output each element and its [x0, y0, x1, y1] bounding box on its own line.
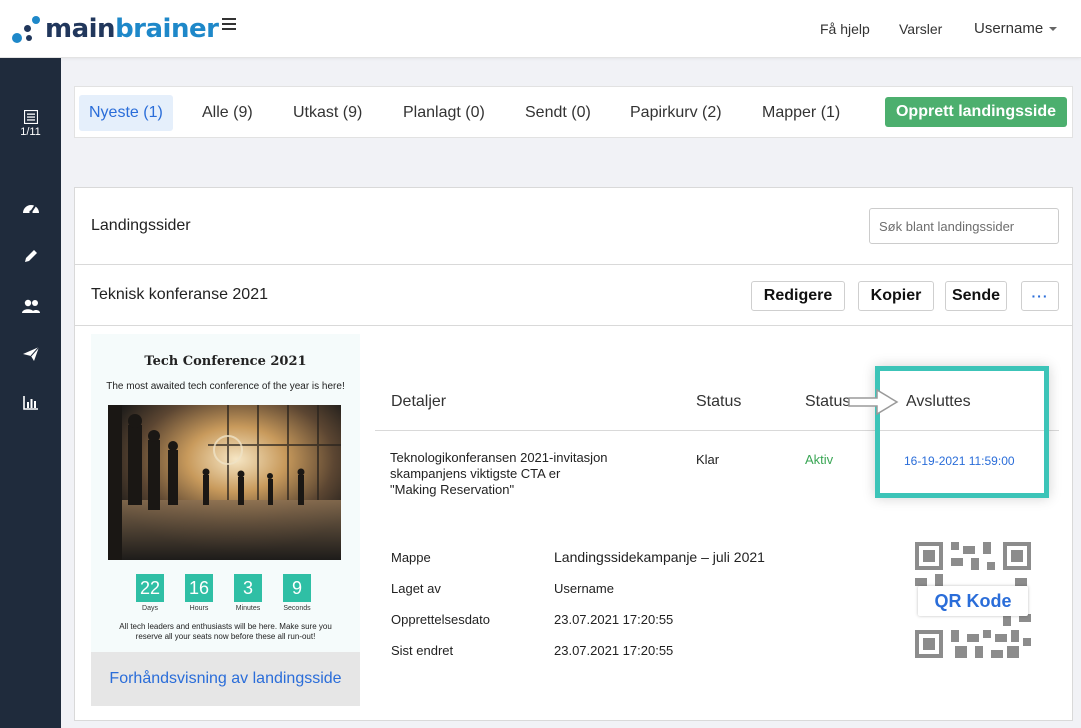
preview-subtitle: The most awaited tech conference of the … — [106, 381, 345, 392]
landing-page-title: Teknisk konferanse 2021 — [91, 286, 268, 303]
countdown-minutes: 3 Minutes — [234, 574, 262, 612]
tab-scheduled[interactable]: Planlagt (0) — [393, 95, 495, 131]
countdown-hours-value: 16 — [185, 574, 213, 602]
sidebar-item-edit[interactable] — [0, 248, 61, 264]
send-button[interactable]: Sende — [945, 281, 1007, 311]
preview-footer-text: All tech leaders and enthusiasts will be… — [119, 622, 332, 641]
sidebar-item-dashboard[interactable] — [0, 200, 61, 216]
arrow-icon — [848, 388, 899, 416]
col-details-header: Detaljer — [391, 393, 447, 410]
top-bar: mainbrainer Få hjelp Varsler Username — [0, 0, 1081, 58]
search-input[interactable] — [869, 208, 1059, 244]
filter-tabs: Nyeste (1) Alle (9) Utkast (9) Planlagt … — [74, 86, 1073, 138]
meta-created-by-label: Laget av — [391, 581, 441, 596]
user-name: Username — [974, 20, 1044, 37]
list-icon — [23, 110, 38, 124]
meta-created-by-value: Username — [554, 581, 614, 596]
copy-button[interactable]: Kopier — [858, 281, 934, 311]
panel-title: Landingssider — [91, 217, 191, 234]
logo-text: mainbrainer — [45, 14, 219, 44]
meta-modified-label: Sist endret — [391, 643, 454, 658]
send-icon — [22, 346, 39, 361]
landing-page-item-header: Teknisk konferanse 2021 Redigere Kopier … — [75, 266, 1072, 326]
details-line-1: Teknologikonferansen 2021-invitasjon — [390, 450, 608, 465]
landing-page-preview: Tech Conference 2021 The most awaited te… — [91, 334, 360, 706]
details-description: Teknologikonferansen 2021-invitasjon ska… — [390, 450, 608, 498]
landing-pages-panel: Landingssider Teknisk konferanse 2021 Re… — [74, 187, 1073, 721]
sidebar-item-contacts[interactable] — [0, 298, 61, 314]
alerts-link[interactable]: Varsler — [899, 21, 942, 37]
meta-modified-value: 23.07.2021 17:20:55 — [554, 643, 674, 658]
tab-newest[interactable]: Nyeste (1) — [79, 95, 173, 131]
meta-folder-value: Landingssidekampanje – juli 2021 — [554, 549, 765, 565]
tab-all[interactable]: Alle (9) — [192, 95, 263, 131]
countdown-days-label: Days — [142, 605, 158, 612]
help-link[interactable]: Få hjelp — [820, 21, 870, 37]
sidebar-item-send[interactable] — [0, 346, 61, 362]
meta-created-date-label: Opprettelsesdato — [391, 612, 491, 627]
countdown-minutes-label: Minutes — [235, 605, 261, 612]
sidebar-counter: 1/11 — [20, 126, 41, 138]
preview-landing-page-link[interactable]: Forhåndsvisning av landingsside — [91, 652, 360, 706]
brand-logo[interactable]: mainbrainer — [10, 12, 219, 46]
logo-icon — [10, 13, 42, 45]
details-line-2: skampanjens viktigste CTA er — [390, 466, 561, 481]
tab-folders[interactable]: Mapper (1) — [752, 95, 850, 131]
pencil-icon — [24, 250, 37, 262]
meta-created-date-value: 23.07.2021 17:20:55 — [554, 612, 674, 627]
meta-folder-label: Mappe — [391, 550, 431, 565]
countdown-seconds-label: Seconds — [283, 605, 311, 612]
tab-drafts[interactable]: Utkast (9) — [283, 95, 372, 131]
end-date-highlight — [875, 366, 1049, 498]
more-options-button[interactable]: ··· — [1021, 281, 1059, 311]
chart-icon — [22, 396, 38, 410]
countdown-seconds-value: 9 — [283, 574, 311, 602]
status-ready: Klar — [696, 452, 720, 467]
tab-trash[interactable]: Papirkurv (2) — [620, 95, 732, 131]
sidebar-item-reports[interactable] — [0, 396, 61, 410]
countdown-hours-label: Hours — [189, 605, 209, 612]
countdown-minutes-value: 3 — [234, 574, 262, 602]
user-menu[interactable]: Username — [974, 20, 1058, 37]
status-active: Aktiv — [805, 452, 834, 467]
sidebar-item-list[interactable]: 1/11 — [0, 110, 61, 138]
tab-sent[interactable]: Sendt (0) — [515, 95, 601, 131]
menu-icon[interactable] — [222, 18, 236, 30]
create-landing-page-button[interactable]: Opprett landingsside — [885, 97, 1067, 127]
dashboard-icon — [22, 205, 39, 214]
countdown-days-value: 22 — [136, 574, 164, 602]
edit-button[interactable]: Redigere — [751, 281, 845, 311]
preview-title: Tech Conference 2021 — [144, 354, 307, 369]
countdown-seconds: 9 Seconds — [283, 574, 311, 612]
panel-header: Landingssider — [75, 188, 1072, 265]
users-icon — [21, 299, 40, 313]
col-status-header: Status — [696, 393, 742, 410]
countdown-hours: 16 Hours — [185, 574, 213, 612]
qr-code-button[interactable]: QR Kode — [918, 586, 1028, 616]
details-line-3: "Making Reservation" — [390, 482, 515, 497]
col-status2-header: Status — [805, 393, 851, 410]
preview-image — [108, 405, 341, 560]
sidebar: 1/11 — [0, 58, 61, 728]
chevron-down-icon — [1049, 27, 1058, 32]
countdown-days: 22 Days — [136, 574, 164, 612]
